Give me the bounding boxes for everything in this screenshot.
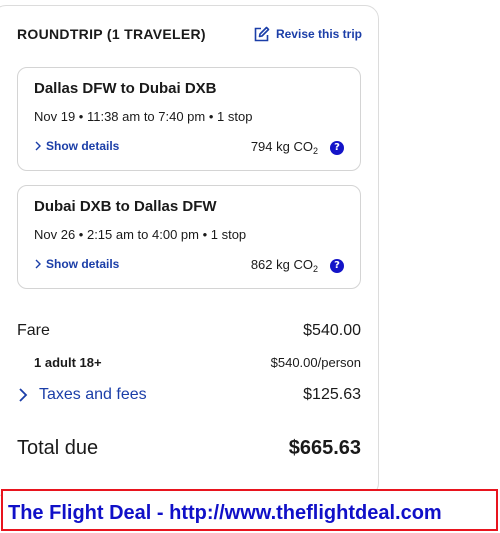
help-icon[interactable]: ? <box>330 140 344 155</box>
fare-amount: $540.00 <box>303 322 361 339</box>
show-details-label: Show details <box>46 257 120 271</box>
watermark-banner: The Flight Deal - http://www.theflightde… <box>1 489 498 531</box>
co2-value: 794 kg CO2 <box>250 139 318 156</box>
edit-icon <box>254 26 270 41</box>
adult-amount: $540.00/person <box>270 355 361 370</box>
show-details-label: Show details <box>46 139 120 153</box>
co2-emissions: 794 kg CO2 ? <box>251 139 344 156</box>
flight-route: Dubai DXB to Dallas DFW <box>34 198 217 215</box>
revise-trip-label: Revise this trip <box>275 27 362 41</box>
total-row: Total due $665.63 <box>17 437 361 460</box>
co2-emissions: 862 kg CO2 ? <box>251 257 344 274</box>
help-icon[interactable]: ? <box>330 258 344 273</box>
fare-row: Fare $540.00 <box>17 322 361 340</box>
taxes-amount: $125.63 <box>303 386 361 403</box>
taxes-toggle[interactable]: Taxes and fees <box>17 386 147 404</box>
revise-trip-link[interactable]: Revise this trip <box>253 26 362 43</box>
show-details-link[interactable]: Show details <box>34 257 119 271</box>
flight-card-return: Dubai DXB to Dallas DFW Nov 26 • 2:15 am… <box>17 185 361 289</box>
flight-times: Nov 19 • 11:38 am to 7:40 pm • 1 stop <box>34 109 253 124</box>
co2-value: 862 kg CO2 <box>250 257 318 274</box>
adult-label: 1 adult 18+ <box>34 355 102 370</box>
trip-title: ROUNDTRIP (1 TRAVELER) <box>17 26 206 42</box>
flight-times: Nov 26 • 2:15 am to 4:00 pm • 1 stop <box>34 227 247 242</box>
chevron-right-icon <box>19 388 28 402</box>
total-label: Total due <box>17 437 99 459</box>
chevron-right-icon <box>35 259 41 269</box>
banner-text: The Flight Deal - http://www.theflightde… <box>8 502 442 524</box>
trip-header: ROUNDTRIP (1 TRAVELER) Revise this trip <box>17 24 362 44</box>
flight-card-outbound: Dallas DFW to Dubai DXB Nov 19 • 11:38 a… <box>17 67 361 171</box>
total-amount: $665.63 <box>288 437 361 459</box>
adult-fare-row: 1 adult 18+ $540.00/person <box>17 355 361 370</box>
chevron-right-icon <box>35 141 41 151</box>
taxes-row: Taxes and fees $125.63 <box>17 386 361 404</box>
fare-label: Fare <box>17 322 50 339</box>
taxes-label: Taxes and fees <box>39 386 147 403</box>
flight-route: Dallas DFW to Dubai DXB <box>34 80 217 97</box>
show-details-link[interactable]: Show details <box>34 139 119 153</box>
